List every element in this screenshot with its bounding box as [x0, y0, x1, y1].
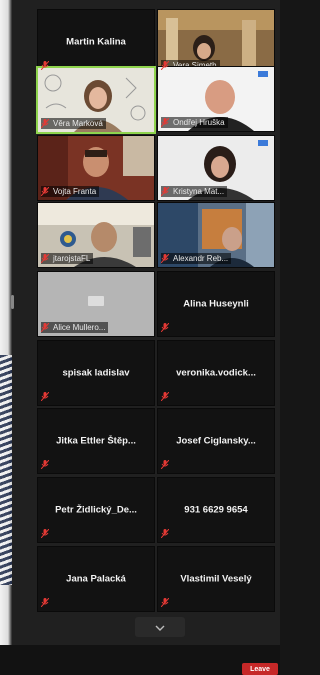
chevron-down-icon — [155, 618, 165, 636]
panel-resize-handle[interactable] — [11, 295, 14, 309]
participant-tile-phone-caller[interactable]: 931 6629 9654 — [157, 477, 275, 543]
participant-tile-alina-huseynli[interactable]: Alina Huseynli — [157, 271, 275, 337]
participant-tile-jtarojstafl[interactable]: jtarojstaFL — [37, 202, 155, 268]
participant-tile-kristyna[interactable]: Kristyna Mat... — [157, 135, 275, 201]
participant-name: Jitka Ettler Štěp... — [56, 435, 136, 447]
participant-name: Vlastimil Veselý — [180, 573, 252, 585]
participant-tile-jana-palacka[interactable]: Jana Palacká — [37, 546, 155, 612]
participant-tile-vlastimil-vesely[interactable]: Vlastimil Veselý — [157, 546, 275, 612]
muted-mic-icon — [161, 392, 169, 401]
participant-tile-vera-markova[interactable]: Věra Marková — [36, 66, 156, 134]
muted-mic-icon — [161, 529, 169, 538]
muted-mic-icon — [161, 61, 169, 70]
meeting-controls-bar — [0, 645, 280, 675]
leave-button[interactable]: Leave — [242, 663, 278, 675]
muted-mic-icon — [41, 460, 49, 469]
participant-name: Jana Palacká — [66, 573, 126, 585]
muted-mic-icon — [41, 119, 49, 128]
shared-screen-pattern — [0, 355, 12, 585]
muted-mic-icon — [161, 598, 169, 607]
muted-mic-icon — [41, 529, 49, 538]
participant-tile-spisak-ladislav[interactable]: spisak ladislav — [37, 340, 155, 406]
participant-name: Josef Ciglansky... — [176, 435, 256, 447]
participant-tile-veronika-vodicka[interactable]: veronika.vodick... — [157, 340, 275, 406]
muted-mic-icon — [161, 323, 169, 332]
muted-mic-icon — [41, 323, 49, 332]
participant-name: Alina Huseynli — [183, 298, 249, 310]
participant-tile-petr-zidlicky[interactable]: Petr Židlický_De... — [37, 477, 155, 543]
muted-mic-icon — [161, 118, 169, 127]
participant-name: Petr Židlický_De... — [55, 504, 137, 516]
muted-mic-icon — [161, 254, 169, 263]
participant-tile-jitka-ettler[interactable]: Jitka Ettler Štěp... — [37, 408, 155, 474]
participant-tile-alexandr[interactable]: Alexandr Reb... — [157, 202, 275, 268]
participant-tile-josef-ciglansky[interactable]: Josef Ciglansky... — [157, 408, 275, 474]
participant-name-label: Kristyna Mat... — [161, 186, 228, 197]
participant-name: spisak ladislav — [62, 367, 130, 379]
muted-mic-icon — [41, 392, 49, 401]
participant-name-label: Věra Marková — [41, 118, 106, 129]
participant-name: veronika.vodick... — [176, 367, 256, 379]
muted-mic-icon — [161, 460, 169, 469]
participant-name: 931 6629 9654 — [184, 504, 248, 516]
participant-tile-alice-muller[interactable]: Alice Mullerо... — [37, 271, 155, 337]
muted-mic-icon — [41, 598, 49, 607]
participant-name: Martin Kalina — [66, 36, 126, 48]
participant-tile-ondrej-hruska[interactable]: Ondřej Hruška — [157, 66, 275, 132]
muted-mic-icon — [41, 254, 49, 263]
scroll-down-button[interactable] — [135, 617, 185, 637]
participant-name-label: Alexandr Reb... — [161, 253, 232, 264]
participant-name-label: Alice Mullerо... — [41, 322, 109, 333]
participant-name-label: Ondřej Hruška — [161, 117, 228, 128]
participant-name-label: Vojta Franta — [41, 186, 100, 197]
participant-tile-vojta-franta[interactable]: Vojta Franta — [37, 135, 155, 201]
muted-mic-icon — [41, 61, 49, 70]
muted-mic-icon — [41, 187, 49, 196]
muted-mic-icon — [161, 187, 169, 196]
